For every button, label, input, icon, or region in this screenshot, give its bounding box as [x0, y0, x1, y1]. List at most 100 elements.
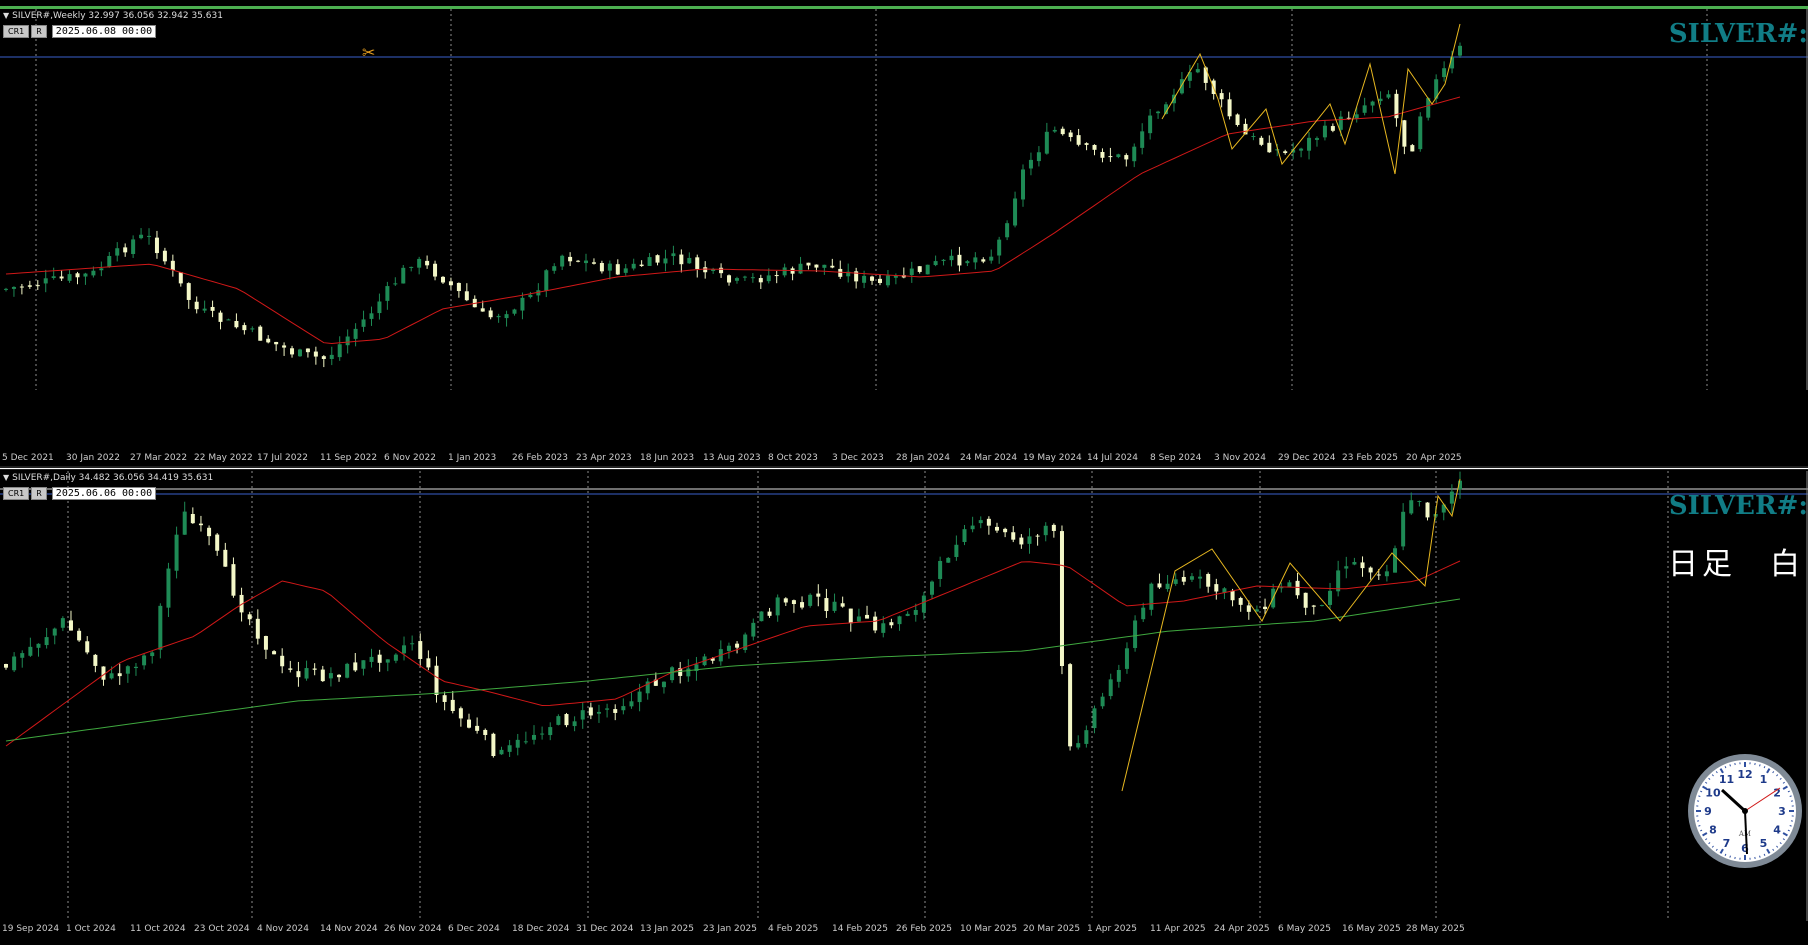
candle-body — [1019, 537, 1024, 545]
candle-body — [1173, 579, 1178, 584]
candle-body — [75, 273, 80, 278]
candle-body — [1368, 567, 1373, 573]
candle-body — [321, 356, 326, 359]
candle-body — [377, 301, 382, 314]
daily-r-button[interactable]: R — [31, 487, 47, 500]
candle-body — [282, 345, 287, 348]
candle-body — [1393, 548, 1398, 573]
candle-body — [750, 277, 755, 279]
candle-body — [568, 256, 573, 262]
moving-average-slow — [5, 598, 1461, 742]
candle-body — [231, 564, 236, 596]
candle-body — [686, 668, 691, 677]
candle-body — [418, 641, 423, 659]
candle-body — [531, 734, 536, 740]
candle-body — [1149, 583, 1154, 610]
candle-body — [994, 526, 999, 531]
clock-tick — [1698, 825, 1701, 827]
candle-body — [767, 611, 772, 616]
collapse-triangle-icon[interactable]: ▼ — [3, 473, 9, 482]
daily-timeframe-label: 日足 白 — [1668, 547, 1804, 582]
candle-body — [981, 259, 986, 262]
weekly-axis-label: 30 Jan 2022 — [66, 453, 120, 463]
candle-body — [596, 711, 601, 714]
daily-chart-panel[interactable]: ▼ SILVER#,Daily 34.482 36.056 34.419 35.6… — [0, 471, 1808, 921]
candle-body — [99, 268, 104, 271]
candle-body — [1043, 525, 1048, 536]
daily-axis-label: 19 Sep 2024 — [2, 924, 60, 934]
candle-body — [182, 511, 187, 535]
candle-body — [856, 616, 861, 622]
candle-body — [250, 328, 255, 330]
weekly-chart-header: ▼ SILVER#,Weekly 32.997 36.056 32.942 35.… — [3, 11, 223, 21]
weekly-axis-label: 3 Nov 2024 — [1214, 453, 1266, 463]
candle-body — [93, 654, 98, 666]
clock-numeral: 7 — [1723, 837, 1731, 850]
candle-body — [329, 354, 334, 359]
candle-body — [1370, 101, 1375, 106]
candle-body — [783, 598, 788, 603]
candle-body — [751, 622, 756, 637]
candle-body — [255, 618, 260, 639]
daily-chart-canvas[interactable] — [0, 471, 1808, 921]
candle-body — [1314, 138, 1319, 140]
candle-body — [870, 276, 875, 281]
candle-body — [409, 266, 414, 268]
weekly-r-button[interactable]: R — [31, 25, 47, 38]
candle-body — [1311, 605, 1316, 607]
candle-body — [162, 250, 167, 262]
candle-body — [986, 518, 991, 526]
candle-body — [496, 315, 501, 318]
candle-body — [288, 668, 293, 670]
weekly-chart-panel[interactable]: ▼ SILVER#,Weekly 32.997 36.056 32.942 35.… — [0, 9, 1808, 390]
candle-body — [35, 285, 40, 287]
candle-body — [147, 235, 152, 237]
candle-body — [848, 608, 853, 624]
candle-body — [1005, 223, 1010, 238]
candle-body — [223, 549, 228, 567]
weekly-chart-canvas[interactable] — [0, 9, 1808, 390]
daily-date-field[interactable]: 2025.06.06 00:00 — [51, 487, 157, 500]
clock-tick — [1789, 825, 1792, 827]
candle-body — [1227, 99, 1232, 117]
candle-body — [1003, 528, 1008, 533]
candle-body — [1092, 708, 1097, 729]
daily-cr1-button[interactable]: CR1 — [3, 487, 30, 500]
panel-separator-line — [0, 468, 1808, 469]
candle-body — [1410, 145, 1415, 152]
daily-axis-label: 23 Oct 2024 — [194, 924, 250, 934]
weekly-axis-label: 22 May 2022 — [194, 453, 253, 463]
candle-body — [313, 351, 318, 357]
candle-body — [808, 594, 813, 606]
candle-body — [941, 259, 946, 261]
collapse-triangle-icon[interactable]: ▼ — [3, 11, 9, 20]
candle-body — [1251, 136, 1256, 138]
clock-tick — [1789, 795, 1792, 797]
weekly-cr1-button[interactable]: CR1 — [3, 25, 30, 38]
candle-body — [101, 666, 106, 680]
weekly-time-axis: 5 Dec 2021 30 Jan 2022 27 Mar 2022 22 May 2… — [0, 450, 1808, 466]
candle-body — [885, 275, 890, 286]
candle-body — [775, 597, 780, 616]
candle-body — [613, 709, 618, 713]
clock-numeral: 10 — [1705, 787, 1721, 800]
clock-numeral: 8 — [1709, 824, 1717, 837]
candle-body — [735, 643, 740, 648]
candle-body — [410, 643, 415, 645]
candle-body — [997, 239, 1002, 256]
drawing-tool-icon[interactable]: ✂ — [362, 43, 375, 62]
daily-axis-label: 4 Feb 2025 — [768, 924, 819, 934]
weekly-axis-label: 18 Jun 2023 — [640, 453, 695, 463]
candle-body — [865, 614, 870, 619]
candle-body — [1013, 198, 1018, 226]
candle-body — [1319, 605, 1324, 607]
candle-body — [599, 263, 604, 272]
candle-body — [1307, 137, 1312, 151]
candle-body — [1179, 79, 1184, 94]
candle-body — [679, 254, 684, 265]
candle-body — [1376, 574, 1381, 576]
weekly-date-field[interactable]: 2025.06.08 00:00 — [51, 25, 157, 38]
clock-tick — [1698, 795, 1701, 797]
candle-body — [605, 708, 610, 710]
daily-axis-label: 23 Jan 2025 — [703, 924, 757, 934]
